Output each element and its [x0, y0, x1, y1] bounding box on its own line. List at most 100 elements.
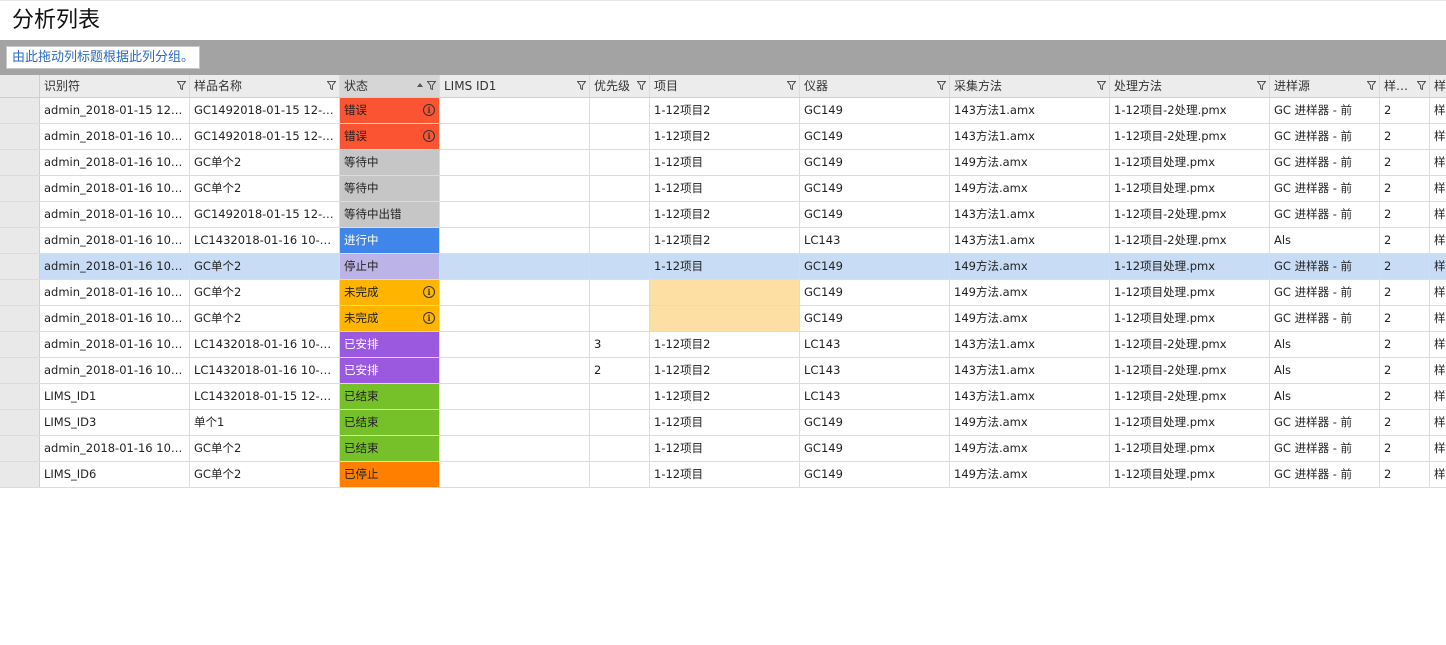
- cell-priority[interactable]: [590, 254, 650, 279]
- cell-identifier[interactable]: admin_2018-01-16 10-...: [40, 306, 190, 331]
- cell-sample-extra[interactable]: 样品: [1430, 228, 1446, 253]
- cell-vial[interactable]: 2: [1380, 332, 1430, 357]
- cell-project[interactable]: 1-12项目2: [650, 384, 800, 409]
- cell-injection-source[interactable]: Als: [1270, 228, 1380, 253]
- cell-lims-id1[interactable]: [440, 410, 590, 435]
- row-selector[interactable]: [0, 280, 40, 305]
- column-header-status[interactable]: 状态: [340, 75, 440, 97]
- column-header-priority[interactable]: 优先级: [590, 75, 650, 97]
- cell-processing-method[interactable]: 1-12项目处理.pmx: [1110, 254, 1270, 279]
- cell-lims-id1[interactable]: [440, 150, 590, 175]
- table-row[interactable]: admin_2018-01-16 10-... GC单个2 停止中 1-12项目 GC1…: [0, 254, 1446, 280]
- cell-identifier[interactable]: admin_2018-01-16 10-...: [40, 358, 190, 383]
- column-header-vial[interactable]: 样品瓶: [1380, 75, 1430, 97]
- cell-processing-method[interactable]: 1-12项目处理.pmx: [1110, 150, 1270, 175]
- cell-project[interactable]: 1-12项目: [650, 176, 800, 201]
- filter-icon[interactable]: [177, 81, 186, 90]
- column-header-sample-name[interactable]: 样品名称: [190, 75, 340, 97]
- cell-lims-id1[interactable]: [440, 358, 590, 383]
- cell-priority[interactable]: [590, 202, 650, 227]
- cell-sample-extra[interactable]: 样品: [1430, 306, 1446, 331]
- filter-icon[interactable]: [327, 81, 336, 90]
- filter-icon[interactable]: [1367, 81, 1376, 90]
- cell-injection-source[interactable]: GC 进样器 - 前: [1270, 176, 1380, 201]
- cell-sample-name[interactable]: 单个1: [190, 410, 340, 435]
- cell-identifier[interactable]: admin_2018-01-16 10-...: [40, 176, 190, 201]
- cell-priority[interactable]: [590, 436, 650, 461]
- cell-acquisition-method[interactable]: 149方法.amx: [950, 254, 1110, 279]
- cell-identifier[interactable]: admin_2018-01-15 12-...: [40, 98, 190, 123]
- row-selector[interactable]: [0, 254, 40, 279]
- cell-acquisition-method[interactable]: 149方法.amx: [950, 436, 1110, 461]
- status-badge[interactable]: 已结束: [340, 410, 440, 435]
- cell-instrument[interactable]: LC143: [800, 384, 950, 409]
- cell-injection-source[interactable]: GC 进样器 - 前: [1270, 254, 1380, 279]
- cell-project[interactable]: 1-12项目2: [650, 124, 800, 149]
- cell-acquisition-method[interactable]: 149方法.amx: [950, 462, 1110, 487]
- table-row[interactable]: admin_2018-01-15 12-... GC1492018-01-15 1…: [0, 98, 1446, 124]
- cell-processing-method[interactable]: 1-12项目-2处理.pmx: [1110, 384, 1270, 409]
- cell-acquisition-method[interactable]: 143方法1.amx: [950, 124, 1110, 149]
- row-selector[interactable]: [0, 384, 40, 409]
- cell-vial[interactable]: 2: [1380, 384, 1430, 409]
- row-selector[interactable]: [0, 124, 40, 149]
- cell-priority[interactable]: 2: [590, 358, 650, 383]
- cell-injection-source[interactable]: GC 进样器 - 前: [1270, 410, 1380, 435]
- column-header-lims-id1[interactable]: LIMS ID1: [440, 75, 590, 97]
- cell-processing-method[interactable]: 1-12项目-2处理.pmx: [1110, 124, 1270, 149]
- table-row[interactable]: admin_2018-01-16 10-... GC1492018-01-15 1…: [0, 124, 1446, 150]
- cell-vial[interactable]: 2: [1380, 410, 1430, 435]
- cell-acquisition-method[interactable]: 149方法.amx: [950, 280, 1110, 305]
- cell-sample-name[interactable]: GC单个2: [190, 280, 340, 305]
- cell-sample-extra[interactable]: 样品: [1430, 410, 1446, 435]
- cell-sample-name[interactable]: GC单个2: [190, 176, 340, 201]
- cell-priority[interactable]: 3: [590, 332, 650, 357]
- row-selector[interactable]: [0, 358, 40, 383]
- cell-project[interactable]: 1-12项目: [650, 410, 800, 435]
- filter-icon[interactable]: [577, 81, 586, 90]
- row-selector[interactable]: [0, 228, 40, 253]
- cell-sample-name[interactable]: GC1492018-01-15 12-1...: [190, 124, 340, 149]
- cell-sample-extra[interactable]: 样品: [1430, 462, 1446, 487]
- status-badge[interactable]: 已停止: [340, 462, 440, 487]
- cell-identifier[interactable]: admin_2018-01-16 10-...: [40, 150, 190, 175]
- cell-lims-id1[interactable]: [440, 384, 590, 409]
- cell-vial[interactable]: 2: [1380, 98, 1430, 123]
- status-badge[interactable]: 已安排: [340, 332, 440, 357]
- group-by-panel[interactable]: 由此拖动列标题根据此列分组。: [0, 40, 1446, 75]
- cell-vial[interactable]: 2: [1380, 358, 1430, 383]
- status-badge[interactable]: 已结束: [340, 384, 440, 409]
- column-header-sample-extra[interactable]: 样品: [1430, 75, 1446, 97]
- filter-icon[interactable]: [427, 81, 436, 90]
- info-icon[interactable]: i: [423, 312, 435, 324]
- cell-sample-name[interactable]: LC1432018-01-16 10-5...: [190, 332, 340, 357]
- table-row[interactable]: LIMS_ID3 单个1 已结束 1-12项目 GC149 149方法.amx 1-12项目…: [0, 410, 1446, 436]
- cell-processing-method[interactable]: 1-12项目-2处理.pmx: [1110, 332, 1270, 357]
- cell-injection-source[interactable]: GC 进样器 - 前: [1270, 306, 1380, 331]
- cell-sample-extra[interactable]: 样品: [1430, 176, 1446, 201]
- row-selector[interactable]: [0, 436, 40, 461]
- column-header-instrument[interactable]: 仪器: [800, 75, 950, 97]
- cell-priority[interactable]: [590, 384, 650, 409]
- cell-identifier[interactable]: LIMS_ID3: [40, 410, 190, 435]
- cell-lims-id1[interactable]: [440, 228, 590, 253]
- table-row[interactable]: admin_2018-01-16 10-... LC1432018-01-16 1…: [0, 358, 1446, 384]
- cell-instrument[interactable]: GC149: [800, 436, 950, 461]
- status-badge[interactable]: 错误 i: [340, 124, 440, 149]
- table-row[interactable]: admin_2018-01-16 10-... GC单个2 等待中 1-12项目 GC1…: [0, 150, 1446, 176]
- status-badge[interactable]: 等待中出错: [340, 202, 440, 227]
- cell-lims-id1[interactable]: [440, 176, 590, 201]
- cell-project[interactable]: 1-12项目2: [650, 332, 800, 357]
- status-badge[interactable]: 停止中: [340, 254, 440, 279]
- cell-injection-source[interactable]: GC 进样器 - 前: [1270, 124, 1380, 149]
- cell-processing-method[interactable]: 1-12项目处理.pmx: [1110, 410, 1270, 435]
- cell-vial[interactable]: 2: [1380, 176, 1430, 201]
- cell-priority[interactable]: [590, 410, 650, 435]
- table-row[interactable]: admin_2018-01-16 10-... GC1492018-01-15 1…: [0, 202, 1446, 228]
- cell-project[interactable]: 1-12项目2: [650, 202, 800, 227]
- cell-project[interactable]: 1-12项目: [650, 462, 800, 487]
- cell-instrument[interactable]: GC149: [800, 124, 950, 149]
- cell-sample-name[interactable]: GC单个2: [190, 462, 340, 487]
- cell-injection-source[interactable]: GC 进样器 - 前: [1270, 436, 1380, 461]
- cell-project[interactable]: 1-12项目2: [650, 358, 800, 383]
